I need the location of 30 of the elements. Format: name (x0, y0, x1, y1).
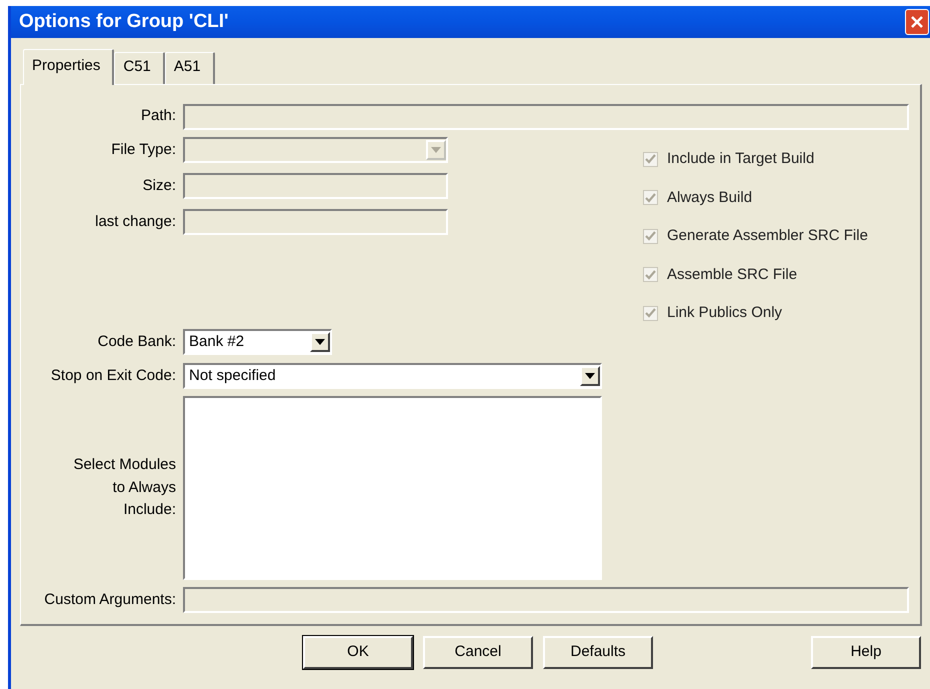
field-label: Path: (140, 106, 177, 126)
checkbox-label: Assemble SRC File (667, 264, 798, 284)
checkbox-label: Always Build (667, 188, 752, 208)
field-label: Custom Arguments: (43, 590, 177, 610)
caret-icon (315, 339, 325, 345)
tab[interactable]: Properties (23, 49, 114, 84)
field-label: Code Bank: (96, 332, 177, 352)
caret-icon (585, 373, 595, 379)
tab[interactable]: C51 (114, 52, 165, 84)
caret-icon (431, 147, 441, 153)
dropdown[interactable]: Not specified (183, 363, 602, 389)
close-icon (910, 15, 924, 29)
dropdown[interactable]: Bank #2 (183, 329, 332, 355)
dialog-button[interactable]: Cancel (423, 636, 533, 668)
dialog-button[interactable]: Defaults (543, 636, 653, 668)
checkbox-label: Link Publics Only (667, 303, 782, 323)
tab[interactable]: A51 (164, 52, 215, 84)
dialog-button[interactable]: OK (303, 636, 413, 668)
field-label: Size: (142, 176, 177, 196)
field-label: File Type: (110, 140, 177, 160)
help-button[interactable]: Help (811, 636, 921, 668)
checkbox-label: Generate Assembler SRC File (667, 226, 868, 246)
dropdown-button[interactable] (580, 366, 600, 386)
dropdown-button[interactable] (310, 332, 330, 352)
window-title: Options for Group 'CLI' (19, 10, 229, 34)
field-label: last change: (94, 212, 177, 232)
close-button[interactable] (905, 9, 929, 35)
field-label: Stop on Exit Code: (50, 366, 177, 386)
checkbox-label: Include in Target Build (667, 149, 814, 169)
field-label: Select Modules to Always Include: (72, 455, 177, 520)
